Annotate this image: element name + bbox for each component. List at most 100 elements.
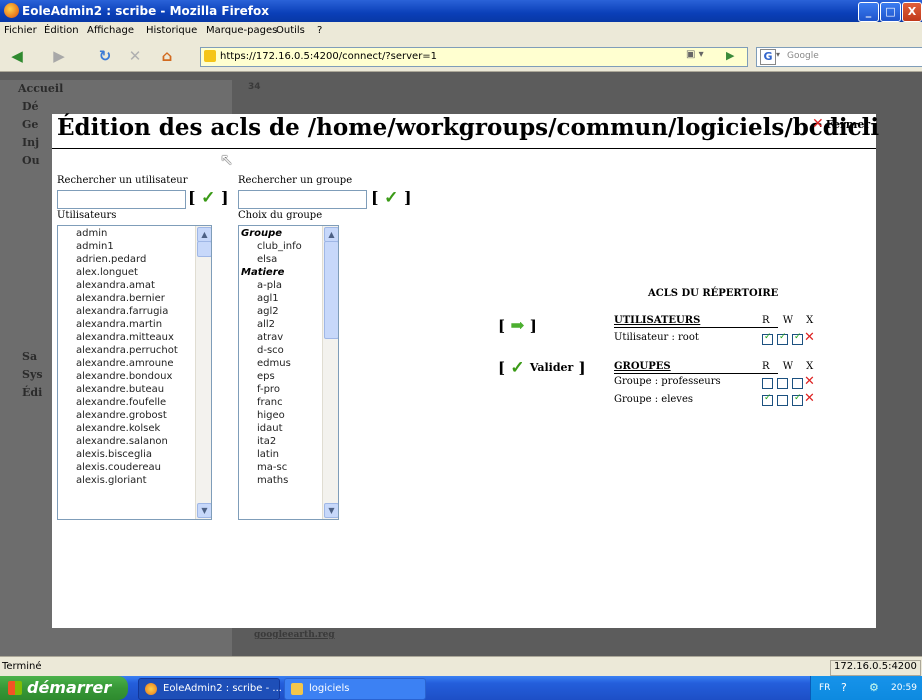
scroll-down-icon[interactable]: ▼ [197,503,211,518]
user-list-item[interactable]: alexandre.foufelle [58,396,195,409]
search-user-input[interactable] [57,190,186,209]
menu-affichage[interactable]: Affichage [87,25,134,36]
user-list-item[interactable]: alexis.bisceglia [58,448,195,461]
user-list-item[interactable]: alexis.coudereau [58,461,195,474]
user-list-item[interactable]: alexis.gloriant [58,474,195,487]
reload-icon[interactable]: ↻ [94,45,116,67]
acl-user-r-checkbox[interactable] [762,332,773,345]
status-host: 172.16.0.5:4200 [830,660,921,676]
user-list-item[interactable]: alexandre.salanon [58,435,195,448]
user-list-item[interactable]: adrien.pedard [58,253,195,266]
group-list-item[interactable]: all2 [239,318,322,331]
task-firefox[interactable]: EoleAdmin2 : scribe - ... [138,678,282,700]
network-icon[interactable]: ⚙ [869,681,879,694]
search-box[interactable]: G ▾ Google [756,47,922,67]
group-list-item[interactable]: atrav [239,331,322,344]
groups-scrollbar[interactable]: ▲ ▼ [322,226,338,519]
user-list-item[interactable]: alexandra.perruchot [58,344,195,357]
group-list-item[interactable]: agl2 [239,305,322,318]
users-listbox[interactable]: admin admin1 adrien.pedard alex.longuet alex… [57,225,212,520]
validate-button[interactable]: [ ✓ Valider ] [498,358,586,378]
menu-fichier[interactable]: Fichier [4,25,37,36]
group-list-item[interactable]: eps [239,370,322,383]
scroll-thumb[interactable] [197,241,211,257]
group-list-item[interactable]: edmus [239,357,322,370]
acl-rwx-header: R W X [762,361,819,372]
user-list-item[interactable]: admin [58,227,195,240]
acl-user-w-checkbox[interactable] [777,332,788,345]
acl-user-x-checkbox[interactable] [792,332,803,345]
group-list-item[interactable]: ita2 [239,435,322,448]
acl-group-w-checkbox[interactable] [777,395,788,406]
group-list-item[interactable]: franc [239,396,322,409]
menu-historique[interactable]: Historique [146,25,197,36]
user-list-item[interactable]: alexandra.mitteaux [58,331,195,344]
start-button[interactable]: démarrer [0,676,128,700]
group-list-item[interactable]: maths [239,474,322,487]
task-logiciels[interactable]: logiciels [284,678,426,700]
groups-listbox[interactable]: Groupe club_info elsa Matiere a-pla agl1 agl2 a… [238,225,339,520]
back-icon[interactable]: ◀ [6,45,28,67]
check-icon: ✓ [384,188,399,208]
scroll-up-icon[interactable]: ▲ [197,227,211,242]
chevron-down-icon[interactable]: ▾ [776,50,780,59]
user-list-item[interactable]: alexandra.farrugia [58,305,195,318]
close-window-button[interactable]: X [902,2,922,22]
user-list-item[interactable]: alexandre.bondoux [58,370,195,383]
close-dialog-button[interactable]: ✕ Fermer [812,116,870,132]
acl-group-w-checkbox[interactable] [777,378,788,389]
user-list-item[interactable]: alexandre.buteau [58,383,195,396]
delete-icon[interactable]: ✕ [804,392,815,405]
help-icon[interactable]: ? [841,681,847,694]
group-list-item[interactable]: elsa [239,253,322,266]
go-icon[interactable]: ▶ [726,49,734,62]
acl-group-r-checkbox[interactable] [762,378,773,389]
group-list-item[interactable]: idaut [239,422,322,435]
users-scrollbar[interactable]: ▲ ▼ [195,226,211,519]
group-list-item[interactable]: ma-sc [239,461,322,474]
home-icon[interactable]: ⌂ [156,45,178,67]
delete-icon[interactable]: ✕ [804,331,815,344]
user-list-item[interactable]: admin1 [58,240,195,253]
group-list-item[interactable]: d-sco [239,344,322,357]
add-acl-button[interactable]: [ ➡ ] [498,316,537,336]
forward-icon[interactable]: ▶ [48,45,70,67]
acl-group-r-checkbox[interactable] [762,393,773,406]
group-list-item[interactable]: f-pro [239,383,322,396]
group-list-item[interactable]: higeo [239,409,322,422]
google-icon[interactable]: G [760,49,776,65]
user-list-item[interactable]: alexandre.grobost [58,409,195,422]
search-group-button[interactable]: [ ✓ ] [371,188,412,208]
menu-edition[interactable]: Édition [44,25,79,36]
menu-help[interactable]: ? [317,25,322,36]
search-group-input[interactable] [238,190,367,209]
url-bar[interactable]: https://172.16.0.5:4200/connect/?server=… [200,47,748,67]
scroll-down-icon[interactable]: ▼ [324,503,338,518]
user-list-item[interactable]: alexandra.martin [58,318,195,331]
rss-icon[interactable]: ▣ ▾ [686,49,704,60]
user-list-item[interactable]: alexandre.amroune [58,357,195,370]
language-indicator[interactable]: FR [819,683,830,693]
menu-bar: Fichier Édition Affichage Historique Mar… [0,22,922,42]
group-list-item[interactable]: club_info [239,240,322,253]
user-list-item[interactable]: alexandra.amat [58,279,195,292]
firefox-icon [4,3,19,18]
search-user-button[interactable]: [ ✓ ] [188,188,229,208]
scroll-up-icon[interactable]: ▲ [324,227,338,242]
group-list-item[interactable]: a-pla [239,279,322,292]
group-list-item[interactable]: latin [239,448,322,461]
acl-group-x-checkbox[interactable] [792,393,803,406]
user-list-item[interactable]: alexandre.kolsek [58,422,195,435]
maximize-button[interactable]: □ [880,2,901,22]
user-list-item[interactable]: alexandra.bernier [58,292,195,305]
menu-marque-pages[interactable]: Marque-pages [206,25,277,36]
user-list-item[interactable]: alex.longuet [58,266,195,279]
scroll-thumb[interactable] [324,241,338,339]
group-list-item[interactable]: agl1 [239,292,322,305]
stop-icon[interactable]: ✕ [124,45,146,67]
menu-outils[interactable]: Outils [276,25,305,36]
delete-icon[interactable]: ✕ [804,375,815,388]
mouse-cursor-icon: ↖ [220,150,234,169]
minimize-button[interactable]: _ [858,2,879,22]
acl-group-x-checkbox[interactable] [792,378,803,389]
